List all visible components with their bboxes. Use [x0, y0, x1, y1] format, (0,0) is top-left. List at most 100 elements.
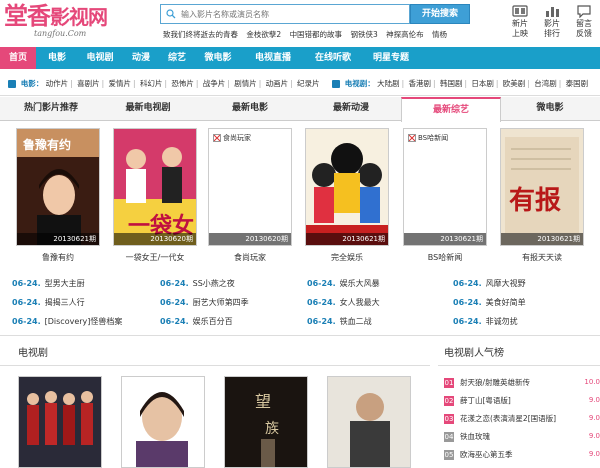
poster-card[interactable]: 鲁豫有约 20130621期 [16, 128, 100, 246]
tab-hot-recommend[interactable]: 热门影片推荐 [6, 97, 96, 121]
episode-label: 20130621期 [17, 233, 99, 245]
tv-series-section: 电视剧 望 族 [0, 342, 430, 468]
nav-item-micro-film[interactable]: 微电影 [198, 47, 238, 69]
svg-text:望: 望 [255, 392, 271, 411]
ranking-item[interactable]: 01 射天狼/射雕英雄新传 10.0 [444, 374, 600, 391]
poster-card[interactable]: BS哈新闻 20130621期 [403, 128, 487, 246]
poster-image: 望 族 [225, 377, 307, 467]
tab-micro-film[interactable]: 微电影 [505, 97, 595, 121]
hot-link[interactable]: 金枝欲孽2 [246, 30, 281, 39]
content-tabs: 热门影片推荐 最新电视剧 最新电影 最新动漫 最新综艺 微电影 [0, 97, 600, 122]
feedback-link[interactable]: 留言 反馈 [569, 2, 599, 44]
nav-item-live-tv[interactable]: 电视直播 [246, 47, 300, 69]
movie-category-link[interactable]: 纪录片 [297, 79, 320, 88]
hot-link[interactable]: 情杨 [432, 30, 447, 39]
list-item[interactable]: 06-24. 娱乐大风暴 [307, 274, 453, 293]
list-item[interactable]: 06-24. 娱乐百分百 [160, 312, 306, 331]
nav-item-anime[interactable]: 动漫 [126, 47, 156, 69]
nav-item-tv[interactable]: 电视剧 [80, 47, 120, 69]
broken-image-icon [213, 134, 221, 142]
ranking-item[interactable]: 04 铁血玫瑰 9.0 [444, 428, 600, 445]
ranking-item[interactable]: 02 薛丁山[粤语版] 9.0 [444, 392, 600, 409]
hot-link[interactable]: 神探高伦布 [386, 30, 424, 39]
category-subnav: 电影： 动作片 | 喜剧片 | 爱情片 | 科幻片 | 恐怖片 | 战争片 | 剧情片 | 动… [0, 72, 600, 96]
movie-category-link[interactable]: 恐怖片 [171, 79, 194, 88]
search-button[interactable]: 开始搜索 [410, 4, 470, 24]
nav-item-movies[interactable]: 电影 [40, 47, 74, 69]
movie-category-link[interactable]: 战争片 [203, 79, 226, 88]
movie-category-link[interactable]: 喜剧片 [77, 79, 100, 88]
search-input[interactable] [181, 5, 409, 23]
episode-label: 20130620期 [114, 233, 196, 245]
poster-card[interactable]: 一袋女 20130620期 [113, 128, 197, 246]
poster-title[interactable]: 食尚玩家 [208, 252, 292, 263]
poster-card[interactable]: 食尚玩家 20130620期 [208, 128, 292, 246]
list-item[interactable]: 06-24. 铁血二战 [307, 312, 453, 331]
tv-category-link[interactable]: 泰国剧 [566, 79, 589, 88]
tab-latest-anime[interactable]: 最新动漫 [303, 97, 399, 121]
movie-category-link[interactable]: 剧情片 [234, 79, 257, 88]
list-item[interactable]: 06-24. 揭揭三人行 [12, 293, 158, 312]
list-item[interactable]: 06-24. [Discovery]怪兽档案 [12, 312, 158, 331]
hot-link[interactable]: 中国错都的故事 [290, 30, 343, 39]
search-icon [166, 9, 176, 19]
rank-number: 02 [444, 396, 454, 406]
tv-category-link[interactable]: 台湾剧 [534, 79, 557, 88]
tv-poster[interactable] [18, 376, 102, 468]
list-item[interactable]: 06-24. 型男大主厨 [12, 274, 158, 293]
broken-image: 食尚玩家 [213, 133, 251, 143]
list-item[interactable]: 06-24. 美食好简单 [453, 293, 599, 312]
tv-category-link[interactable]: 欧美剧 [503, 79, 526, 88]
rank-number: 04 [444, 432, 454, 442]
tab-latest-variety[interactable]: 最新综艺 [401, 97, 501, 122]
new-releases-link[interactable]: 新片 上映 [505, 2, 535, 44]
site-logo[interactable]: 堂香影视网 tangfou.Com [4, 2, 129, 42]
poster-card[interactable]: 20130621期 [305, 128, 389, 246]
svg-text:鲁豫有约: 鲁豫有约 [22, 137, 71, 152]
poster-image [328, 377, 410, 467]
list-item[interactable]: 06-24. SS小燕之夜 [160, 274, 306, 293]
list-item[interactable]: 06-24. 女人我最大 [307, 293, 453, 312]
tab-latest-tv[interactable]: 最新电视剧 [103, 97, 193, 121]
poster-card[interactable]: 有报 20130621期 [500, 128, 584, 246]
section-title: 电视剧人气榜 [438, 342, 600, 366]
rank-score: 10.0 [584, 378, 600, 386]
hot-link[interactable]: 钢铁侠3 [350, 30, 377, 39]
list-item[interactable]: 06-24. 非诚勿扰 [453, 312, 599, 331]
list-item[interactable]: 06-24. 厨艺大师第四季 [160, 293, 306, 312]
ranking-item[interactable]: 05 欧海巫心第五季 9.0 [444, 446, 600, 463]
tv-category-link[interactable]: 韩国剧 [440, 79, 463, 88]
movie-category-link[interactable]: 动作片 [46, 79, 69, 88]
tv-category-link[interactable]: 大陆剧 [377, 79, 400, 88]
poster-title[interactable]: 一袋女王/一代女 [113, 252, 197, 263]
movie-category-link[interactable]: 爱情片 [109, 79, 132, 88]
poster-title[interactable]: 完全娱乐 [305, 252, 389, 263]
ranking-link[interactable]: 影片 排行 [537, 2, 567, 44]
tab-latest-movies[interactable]: 最新电影 [205, 97, 295, 121]
poster-image: 鲁豫有约 [17, 129, 99, 245]
nav-item-home[interactable]: 首页 [0, 47, 36, 69]
nav-item-stars[interactable]: 明星专题 [364, 47, 418, 69]
poster-title[interactable]: 有报天天读 [500, 252, 584, 263]
movie-category-link[interactable]: 动画片 [266, 79, 289, 88]
nav-item-music[interactable]: 在线听歌 [306, 47, 360, 69]
poster-title[interactable]: 鲁豫有约 [16, 252, 100, 263]
tv-category-link[interactable]: 香港剧 [409, 79, 432, 88]
list-item[interactable]: 06-24. 风靡大视野 [453, 274, 599, 293]
tv-poster[interactable]: 望 族 [224, 376, 308, 468]
latest-column: 06-24. 娱乐大风暴 06-24. 女人我最大 06-24. 铁血二战 [307, 274, 453, 334]
nav-item-variety[interactable]: 综艺 [162, 47, 192, 69]
tv-category-link[interactable]: 日本剧 [471, 79, 494, 88]
top-quick-links: 新片 上映 影片 排行 留言 反馈 [505, 2, 600, 44]
site-header: 堂香影视网 tangfou.Com 开始搜索 致我们终将逝去的青春 金枝欲孽2 … [0, 0, 600, 44]
ranking-item[interactable]: 03 花漾之恋(表演清星2[国语版] 9.0 [444, 410, 600, 427]
tv-poster[interactable] [121, 376, 205, 468]
poster-title[interactable]: BS哈新闻 [403, 252, 487, 263]
film-icon [512, 5, 528, 17]
poster-image [306, 129, 388, 245]
hot-link[interactable]: 致我们终将逝去的青春 [163, 30, 238, 39]
movie-category-link[interactable]: 科幻片 [140, 79, 163, 88]
tv-poster[interactable] [327, 376, 411, 468]
episode-label: 20130621期 [501, 233, 583, 245]
poster-image [19, 377, 101, 467]
